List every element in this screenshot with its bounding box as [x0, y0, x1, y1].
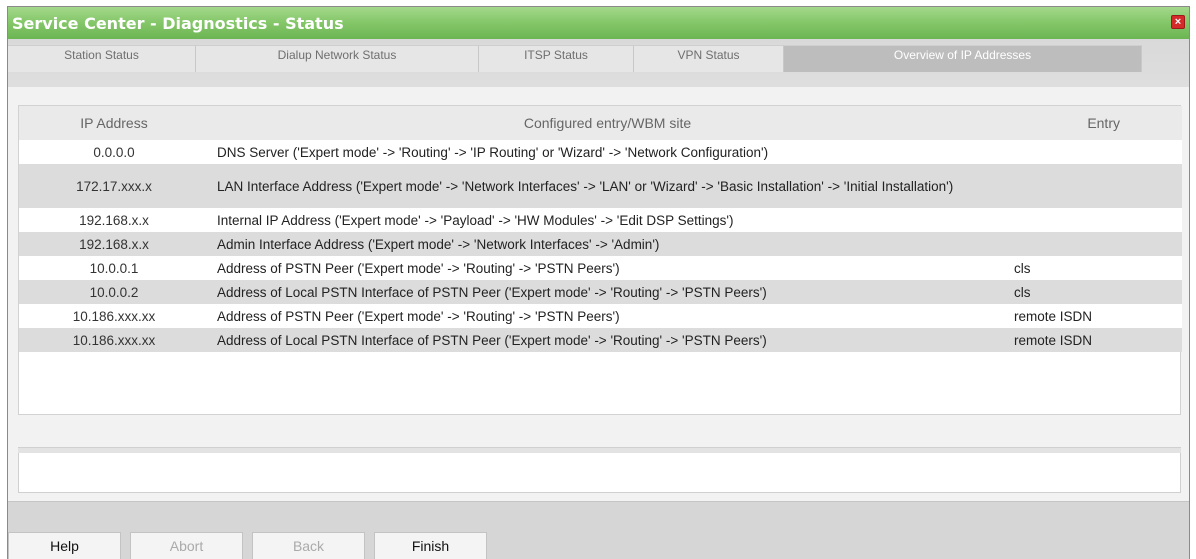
tab-overview-of-ip-addresses[interactable]: Overview of IP Addresses: [784, 45, 1142, 72]
tab-vpn-status[interactable]: VPN Status: [634, 45, 784, 72]
service-center-window: Service Center - Diagnostics - Status × …: [7, 6, 1190, 559]
entry-cell: [1006, 140, 1182, 164]
configured-entry-cell: Address of PSTN Peer ('Expert mode' -> '…: [209, 304, 1006, 328]
table-row: 192.168.x.x Internal IP Address ('Expert…: [19, 208, 1182, 232]
entry-cell: cls: [1006, 280, 1182, 304]
help-button[interactable]: Help: [8, 532, 121, 559]
column-header-configured-entry: Configured entry/WBM site: [209, 106, 1006, 140]
back-button[interactable]: Back: [252, 532, 365, 559]
button-bar: Help Abort Back Finish: [8, 501, 1189, 559]
ip-address-cell: 192.168.x.x: [19, 208, 209, 232]
table-header-row: IP Address Configured entry/WBM site Ent…: [19, 106, 1182, 140]
entry-cell: cls: [1006, 256, 1182, 280]
abort-button[interactable]: Abort: [130, 532, 243, 559]
table-row: 172.17.xxx.x LAN Interface Address ('Exp…: [19, 164, 1182, 208]
configured-entry-cell: Address of Local PSTN Interface of PSTN …: [209, 328, 1006, 352]
ip-address-cell: 10.0.0.1: [19, 256, 209, 280]
entry-cell: [1006, 164, 1182, 208]
entry-cell: [1006, 232, 1182, 256]
ip-address-cell: 172.17.xxx.x: [19, 164, 209, 208]
configured-entry-cell: Address of PSTN Peer ('Expert mode' -> '…: [209, 256, 1006, 280]
finish-button[interactable]: Finish: [374, 532, 487, 559]
tab-station-status[interactable]: Station Status: [8, 45, 196, 72]
configured-entry-cell: Address of Local PSTN Interface of PSTN …: [209, 280, 1006, 304]
details-panel: [18, 453, 1181, 493]
entry-cell: remote ISDN: [1006, 328, 1182, 352]
tab-bar: Station Status Dialup Network Status ITS…: [8, 39, 1189, 87]
ip-address-cell: 0.0.0.0: [19, 140, 209, 164]
table-row: 10.186.xxx.xx Address of Local PSTN Inte…: [19, 328, 1182, 352]
configured-entry-cell: LAN Interface Address ('Expert mode' -> …: [209, 164, 1006, 208]
ip-address-cell: 10.0.0.2: [19, 280, 209, 304]
ip-address-cell: 10.186.xxx.xx: [19, 304, 209, 328]
title-bar: Service Center - Diagnostics - Status ×: [8, 7, 1189, 39]
tab-itsp-status[interactable]: ITSP Status: [479, 45, 634, 72]
window-title: Service Center - Diagnostics - Status: [12, 14, 344, 33]
table-row: 10.186.xxx.xx Address of PSTN Peer ('Exp…: [19, 304, 1182, 328]
ip-address-cell: 192.168.x.x: [19, 232, 209, 256]
table-row: 10.0.0.1 Address of PSTN Peer ('Expert m…: [19, 256, 1182, 280]
ip-address-table: IP Address Configured entry/WBM site Ent…: [18, 105, 1182, 415]
configured-entry-cell: DNS Server ('Expert mode' -> 'Routing' -…: [209, 140, 1006, 164]
configured-entry-cell: Admin Interface Address ('Expert mode' -…: [209, 232, 1006, 256]
column-header-ip-address: IP Address: [19, 106, 209, 140]
column-header-entry: Entry: [1006, 106, 1182, 140]
table-row: 0.0.0.0 DNS Server ('Expert mode' -> 'Ro…: [19, 140, 1182, 164]
configured-entry-cell: Internal IP Address ('Expert mode' -> 'P…: [209, 208, 1006, 232]
tab-dialup-network-status[interactable]: Dialup Network Status: [196, 45, 479, 72]
table-row: 10.0.0.2 Address of Local PSTN Interface…: [19, 280, 1182, 304]
entry-cell: [1006, 208, 1182, 232]
close-icon[interactable]: ×: [1171, 15, 1185, 29]
entry-cell: remote ISDN: [1006, 304, 1182, 328]
table-row: 192.168.x.x Admin Interface Address ('Ex…: [19, 232, 1182, 256]
ip-address-cell: 10.186.xxx.xx: [19, 328, 209, 352]
